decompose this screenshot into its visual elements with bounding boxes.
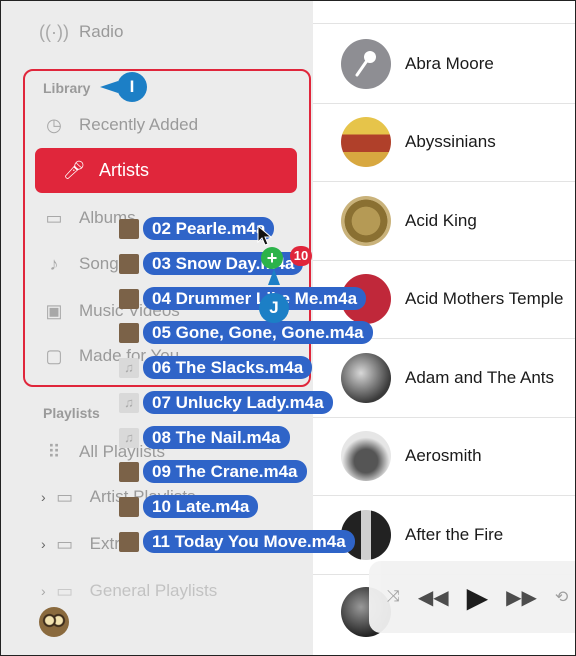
drag-file-item: 05 Gone, Gone, Gone.m4a bbox=[119, 321, 373, 344]
list-item[interactable]: Abra Moore bbox=[313, 25, 575, 104]
artist-name: Aerosmith bbox=[405, 446, 482, 465]
artist-name: Abra Moore bbox=[405, 54, 494, 73]
sidebar-item-songs[interactable]: ♪ Songs bbox=[43, 249, 128, 279]
person-icon: ▢ bbox=[45, 345, 63, 366]
artist-name: Adam and The Ants bbox=[405, 368, 555, 387]
album-thumbnail bbox=[119, 322, 139, 343]
grid-icon: ⠿ bbox=[47, 441, 61, 462]
chevron-right-icon[interactable]: › bbox=[41, 583, 46, 599]
sidebar-item-label: Radio bbox=[79, 22, 124, 41]
clock-icon: ◷ bbox=[46, 114, 62, 135]
sidebar-item-label: Artists bbox=[99, 160, 150, 180]
sidebar-item-recently-added[interactable]: ◷ Recently Added bbox=[43, 110, 198, 140]
playlists-section-label: Playlists bbox=[43, 405, 100, 421]
play-icon[interactable]: ▶ bbox=[467, 581, 489, 614]
music-app-window: ((·)) Radio Library ◷ Recently Added 🎤︎ … bbox=[0, 0, 576, 656]
music-note-icon: ♪ bbox=[49, 253, 59, 274]
drag-file-item: 02 Pearle.m4a bbox=[119, 217, 275, 240]
copy-plus-icon: + bbox=[261, 247, 283, 269]
artist-avatar bbox=[341, 353, 391, 403]
folder-icon: ▭ bbox=[56, 580, 74, 601]
divider bbox=[313, 23, 575, 24]
list-item[interactable]: Adam and The Ants bbox=[313, 339, 575, 418]
callout-badge-i: I bbox=[117, 72, 147, 102]
list-item[interactable]: Abyssinians bbox=[313, 103, 575, 182]
drag-file-label: 05 Gone, Gone, Gone.m4a bbox=[143, 321, 373, 344]
artist-name: Acid Mothers Temple bbox=[405, 289, 564, 308]
sidebar-item-artists[interactable]: 🎤︎ Artists bbox=[35, 148, 297, 193]
artist-avatar bbox=[341, 39, 391, 89]
microphone-icon bbox=[355, 51, 376, 77]
drag-file-label: 02 Pearle.m4a bbox=[143, 217, 275, 240]
drag-file-label: 09 The Crane.m4a bbox=[143, 460, 307, 483]
list-item[interactable]: Aerosmith bbox=[313, 417, 575, 496]
drag-file-item: ♫ 07 Unlucky Lady.m4a bbox=[119, 391, 333, 414]
mini-player: ⤨ ◀◀ ▶ ▶▶ ⟲ bbox=[369, 561, 575, 633]
album-thumbnail bbox=[119, 288, 139, 309]
folder-icon: ▭ bbox=[56, 486, 74, 507]
chevron-right-icon[interactable]: › bbox=[41, 489, 46, 505]
artist-name: After the Fire bbox=[405, 525, 504, 544]
chevron-right-icon[interactable]: › bbox=[41, 536, 46, 552]
drag-file-label: 10 Late.m4a bbox=[143, 495, 259, 518]
artist-avatar bbox=[341, 196, 391, 246]
album-thumbnail bbox=[119, 531, 139, 552]
sidebar-item-label: General Playlists bbox=[89, 581, 218, 600]
list-item[interactable]: Acid King bbox=[313, 182, 575, 261]
album-thumbnail bbox=[119, 218, 139, 239]
drag-count-badge: 10 bbox=[290, 246, 312, 266]
album-thumbnail bbox=[119, 461, 139, 482]
mouse-cursor-icon bbox=[257, 225, 273, 246]
artist-name: Acid King bbox=[405, 211, 477, 230]
artist-avatar bbox=[341, 117, 391, 167]
sidebar-item-general-playlists[interactable]: › ▭ General Playlists bbox=[41, 576, 217, 606]
drag-file-label: 11 Today You Move.m4a bbox=[143, 530, 355, 553]
music-note-icon: ♫ bbox=[119, 427, 139, 448]
shuffle-icon[interactable]: ⤨ bbox=[387, 588, 400, 606]
drag-file-item: 04 Drummer Like Me.m4a bbox=[119, 287, 367, 310]
repeat-icon[interactable]: ⟲ bbox=[555, 587, 568, 607]
sidebar-item-extra[interactable]: › ▭ Extra bbox=[41, 529, 129, 559]
sidebar-item-label: Recently Added bbox=[79, 115, 199, 134]
sidebar-item-radio[interactable]: ((·)) Radio bbox=[39, 17, 124, 47]
radio-icon: ((·)) bbox=[39, 21, 69, 42]
video-icon: ▣ bbox=[45, 300, 63, 321]
music-note-icon: ♫ bbox=[119, 357, 139, 378]
album-thumbnail bbox=[119, 253, 139, 274]
music-note-icon: ♫ bbox=[119, 392, 139, 413]
album-thumbnail bbox=[119, 496, 139, 517]
drag-file-item: 10 Late.m4a bbox=[119, 495, 259, 518]
folder-icon: ▭ bbox=[56, 533, 74, 554]
artist-avatar bbox=[341, 431, 391, 481]
previous-icon[interactable]: ◀◀ bbox=[418, 585, 449, 610]
drag-file-label: 06 The Slacks.m4a bbox=[143, 356, 313, 379]
callout-pointer bbox=[268, 269, 280, 285]
user-avatar[interactable] bbox=[39, 607, 69, 637]
callout-badge-j: J bbox=[259, 293, 289, 323]
album-icon: ▭ bbox=[45, 207, 63, 228]
next-icon[interactable]: ▶▶ bbox=[506, 585, 537, 610]
artist-name: Abyssinians bbox=[405, 132, 496, 151]
drag-file-item: ♫ 08 The Nail.m4a bbox=[119, 426, 290, 449]
drag-file-label: 04 Drummer Like Me.m4a bbox=[143, 287, 367, 310]
microphone-icon: 🎤︎ bbox=[62, 160, 86, 180]
drag-file-label: 08 The Nail.m4a bbox=[143, 426, 290, 449]
drag-file-item: ♫ 06 The Slacks.m4a bbox=[119, 356, 313, 379]
callout-pointer bbox=[100, 81, 118, 93]
drag-file-label: 07 Unlucky Lady.m4a bbox=[143, 391, 333, 414]
drag-file-item: 11 Today You Move.m4a bbox=[119, 530, 355, 553]
drag-file-item: 09 The Crane.m4a bbox=[119, 460, 307, 483]
